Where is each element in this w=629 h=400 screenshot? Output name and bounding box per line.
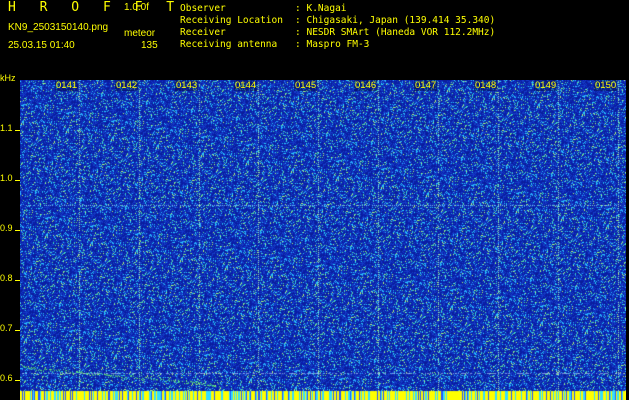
time-label: 0141 bbox=[55, 80, 79, 91]
info-sep: : bbox=[295, 15, 301, 26]
time-label: 0146 bbox=[354, 80, 378, 91]
info-sep: : bbox=[295, 3, 301, 14]
info-row-location: Receiving Location: Chigasaki, Japan (13… bbox=[180, 15, 495, 27]
info-value: K.Nagai bbox=[306, 3, 347, 14]
y-tick-label: 0.7 bbox=[0, 323, 13, 333]
station-info: Observer: K.Nagai Receiving Location: Ch… bbox=[180, 3, 495, 51]
time-label: 0147 bbox=[414, 80, 438, 91]
version-label: 1.0.0f bbox=[124, 2, 150, 13]
info-key: Observer bbox=[180, 3, 226, 14]
y-tick-label: 0.8 bbox=[0, 273, 13, 283]
info-row-antenna: Receiving antenna: Maspro FM-3 bbox=[180, 39, 495, 51]
info-value: Maspro FM-3 bbox=[306, 39, 370, 50]
axis-unit-label: kHz bbox=[0, 73, 16, 83]
filename-label: KN9_2503150140.png bbox=[8, 22, 109, 33]
info-value: NESDR SMArt (Haneda VOR 112.2MHz) bbox=[306, 27, 496, 38]
time-label: 0150 bbox=[594, 80, 618, 91]
time-label: 0145 bbox=[294, 80, 318, 91]
datetime-label: 25.03.15 01:40 bbox=[8, 40, 75, 51]
y-tick-label: 1.1 bbox=[0, 123, 13, 133]
y-tick-label: 1.0 bbox=[0, 173, 13, 183]
waterfall-spectrogram[interactable] bbox=[20, 80, 626, 400]
info-key: Receiving antenna bbox=[180, 39, 278, 50]
time-label: 0148 bbox=[474, 80, 498, 91]
info-sep: : bbox=[295, 27, 301, 38]
info-row-observer: Observer: K.Nagai bbox=[180, 3, 495, 15]
frequency-axis: kHz 1.1 1.0 0.9 0.8 0.7 0.6 bbox=[0, 73, 20, 400]
info-key: Receiver bbox=[180, 27, 226, 38]
time-label: 0144 bbox=[234, 80, 258, 91]
count-label: 135 bbox=[141, 40, 158, 51]
header: H R O F F T 1.0.0f KN9_2503150140.png me… bbox=[0, 0, 629, 76]
info-value: Chigasaki, Japan (139.414 35.340) bbox=[306, 15, 496, 26]
y-tick-label: 0.6 bbox=[0, 373, 13, 383]
app-title: H R O F F T bbox=[8, 0, 183, 15]
info-row-receiver: Receiver: NESDR SMArt (Haneda VOR 112.2M… bbox=[180, 27, 495, 39]
info-key: Receiving Location bbox=[180, 15, 283, 26]
info-sep: : bbox=[295, 39, 301, 50]
time-label: 0142 bbox=[115, 80, 139, 91]
time-label: 0143 bbox=[175, 80, 199, 91]
time-label: 0149 bbox=[534, 80, 558, 91]
mode-label: meteor bbox=[124, 28, 156, 39]
y-tick-label: 0.9 bbox=[0, 223, 13, 233]
